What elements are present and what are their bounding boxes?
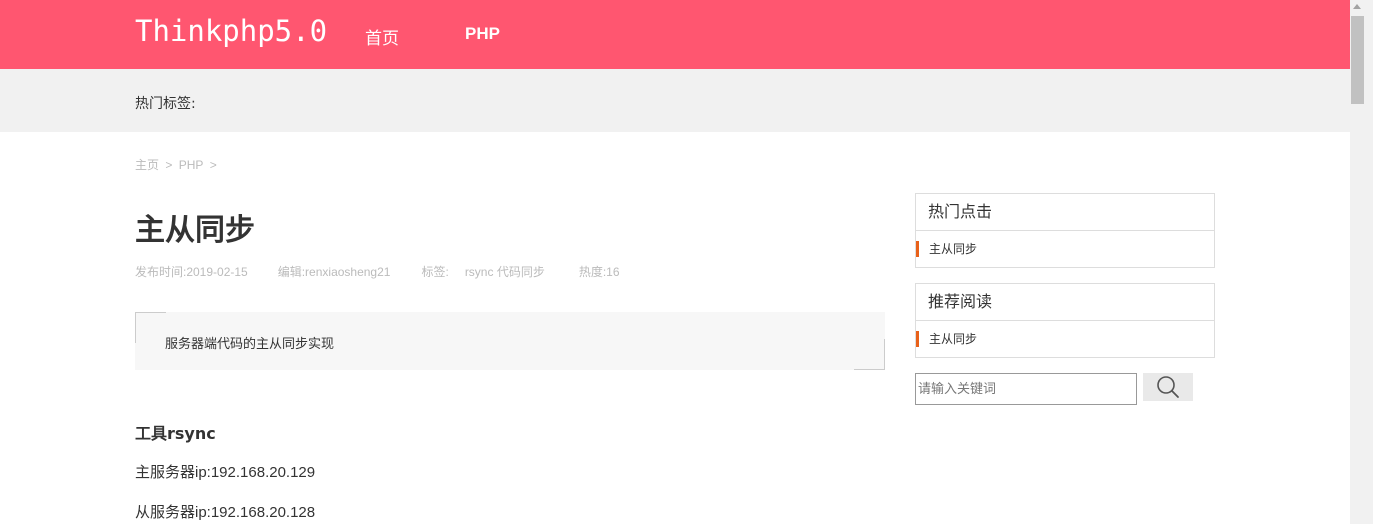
recommended-item[interactable]: 主从同步 — [916, 321, 1214, 357]
summary-corner-decoration — [854, 339, 885, 370]
content-heading: 工具rsync — [135, 424, 216, 443]
article-title: 主从同步 — [135, 213, 255, 248]
nav-php-link[interactable]: PHP — [465, 24, 500, 44]
hot-tags-label: 热门标签: — [135, 96, 196, 112]
recommended-title: 推荐阅读 — [916, 284, 1214, 321]
search-input[interactable] — [915, 373, 1137, 405]
search-icon — [1157, 376, 1179, 398]
recommended-box: 推荐阅读 主从同步 — [915, 283, 1215, 358]
article-summary: 服务器端代码的主从同步实现 — [135, 312, 885, 370]
scrollbar-thumb[interactable] — [1351, 16, 1364, 104]
article-meta: 发布时间:2019-02-15 编辑:renxiaosheng21 标签: rsync… — [135, 263, 620, 280]
editor: 编辑:renxiaosheng21 — [277, 265, 391, 279]
breadcrumb-separator: > — [165, 158, 173, 172]
breadcrumb-separator: > — [209, 158, 217, 172]
top-navbar: Thinkphp5.0 首页 PHP — [0, 0, 1350, 69]
breadcrumb-category[interactable]: PHP — [179, 158, 204, 172]
summary-corner-decoration — [135, 312, 166, 343]
hot-clicks-box: 热门点击 主从同步 — [915, 193, 1215, 268]
scroll-up-arrow-icon[interactable] — [1353, 4, 1361, 9]
site-logo[interactable]: Thinkphp5.0 — [135, 14, 327, 48]
nav-home-link[interactable]: 首页 — [365, 24, 399, 49]
hot-clicks-item[interactable]: 主从同步 — [916, 231, 1214, 267]
content-paragraph: 从服务器ip:192.168.20.128 — [135, 504, 316, 521]
breadcrumb-home[interactable]: 主页 — [135, 158, 159, 172]
tags-label: 标签: — [421, 265, 449, 279]
hot-tags-bar: 热门标签: — [0, 69, 1350, 132]
content-paragraph: 主服务器ip:192.168.20.129 — [135, 464, 316, 481]
heat-count: 热度:16 — [578, 265, 620, 279]
summary-text: 服务器端代码的主从同步实现 — [165, 337, 335, 352]
breadcrumb: 主页 > PHP > — [135, 156, 220, 173]
hot-clicks-title: 热门点击 — [916, 194, 1214, 231]
search-button[interactable] — [1143, 373, 1193, 401]
tags-value[interactable]: rsync 代码同步 — [465, 263, 545, 280]
publish-date: 发布时间:2019-02-15 — [135, 265, 248, 279]
